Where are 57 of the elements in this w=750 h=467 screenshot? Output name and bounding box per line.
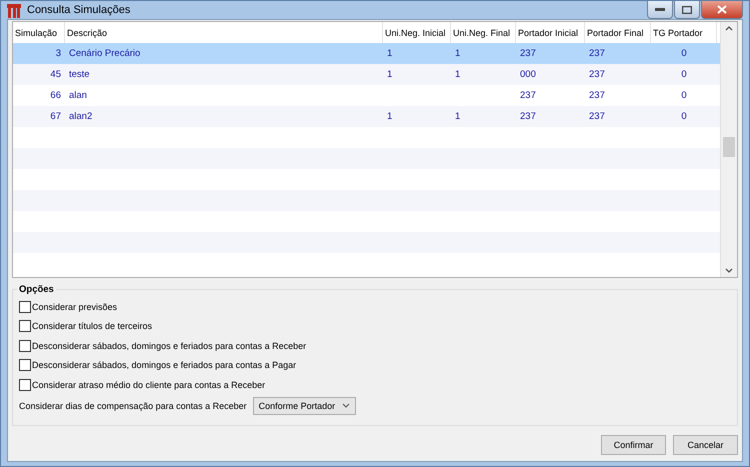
checkbox[interactable] bbox=[19, 320, 31, 332]
table-cell-text: alan2 bbox=[68, 110, 94, 124]
table-row[interactable]: 3 Cenário Precário 1 1 237 237 0 bbox=[13, 43, 720, 64]
table-cell-text: 237 bbox=[519, 89, 537, 103]
checkbox[interactable] bbox=[19, 359, 31, 372]
table-cell-text: 67 bbox=[49, 110, 62, 124]
table-cell-text: 1 bbox=[454, 110, 462, 124]
minimize-button[interactable] bbox=[647, 1, 673, 19]
table-row[interactable]: 67 alan2 1 1 237 237 0 bbox=[13, 106, 720, 127]
table-cell-text: 000 bbox=[519, 68, 537, 82]
table-row[interactable]: 45 teste 1 1 000 237 0 bbox=[13, 64, 720, 85]
table-cell-text: 0 bbox=[680, 47, 688, 61]
field-label: Considerar dias de compensação para contas a Receber bbox=[19, 400, 247, 410]
table-cell-text: 45 bbox=[49, 68, 62, 82]
checkbox[interactable] bbox=[19, 340, 31, 352]
compensation-dropdown[interactable]: Conforme Portador bbox=[252, 396, 356, 414]
table-cell-text: 1 bbox=[454, 47, 462, 61]
table-cell-text: 0 bbox=[680, 89, 688, 103]
group-title: Opções bbox=[18, 284, 55, 295]
table-cell-text: 1 bbox=[386, 110, 394, 124]
cancel-button[interactable]: Cancelar bbox=[673, 434, 738, 454]
maximize-icon bbox=[682, 6, 692, 14]
table-cell-text: 66 bbox=[49, 89, 62, 103]
table-cell-text: 1 bbox=[454, 68, 462, 82]
scroll-up-icon[interactable] bbox=[725, 26, 733, 31]
table-cell-text: 1 bbox=[386, 47, 394, 61]
vertical-scrollbar[interactable] bbox=[720, 22, 737, 277]
confirm-button[interactable]: Confirmar bbox=[601, 434, 666, 454]
checkbox-label[interactable]: Desconsiderar sábados, domingos e feriados para contas a Receber bbox=[32, 340, 306, 351]
minimize-icon bbox=[655, 8, 665, 12]
checkbox[interactable] bbox=[19, 300, 31, 313]
scroll-thumb[interactable] bbox=[723, 137, 735, 157]
checkbox[interactable] bbox=[19, 378, 31, 391]
table-cell-text: 0 bbox=[680, 68, 688, 82]
table-cell-text: 3 bbox=[54, 47, 62, 61]
table-cell-text: teste bbox=[68, 68, 91, 82]
chevron-down-icon bbox=[342, 403, 350, 408]
table-cell-text: 237 bbox=[588, 47, 606, 61]
table-cell-text: 237 bbox=[588, 110, 606, 124]
checkbox-label[interactable]: Considerar atraso médio do cliente para contas a Receber bbox=[32, 380, 266, 390]
scroll-down-icon[interactable] bbox=[725, 268, 733, 273]
window-title: Consulta Simulações bbox=[27, 4, 132, 16]
maximize-button[interactable] bbox=[674, 1, 700, 19]
checkbox-label[interactable]: Desconsiderar sábados, domingos e feriados para contas a Pagar bbox=[32, 360, 296, 370]
table-cell-text: 1 bbox=[386, 68, 394, 82]
checkbox-label[interactable]: Considerar previsões bbox=[32, 302, 118, 312]
table-cell-text: 237 bbox=[588, 89, 606, 103]
table-cell-text: alan bbox=[68, 89, 88, 103]
close-icon bbox=[717, 5, 727, 14]
table-cell-text: 0 bbox=[680, 110, 688, 124]
table-cell-text: 237 bbox=[588, 68, 606, 82]
table-cell-text: Cenário Precário bbox=[68, 47, 142, 61]
table-cell-text: 237 bbox=[519, 47, 537, 61]
checkbox-label[interactable]: Considerar títulos de terceiros bbox=[32, 321, 152, 332]
table-cell-text: 237 bbox=[519, 110, 537, 124]
close-button[interactable] bbox=[701, 1, 743, 19]
app-logo-icon bbox=[7, 2, 21, 18]
